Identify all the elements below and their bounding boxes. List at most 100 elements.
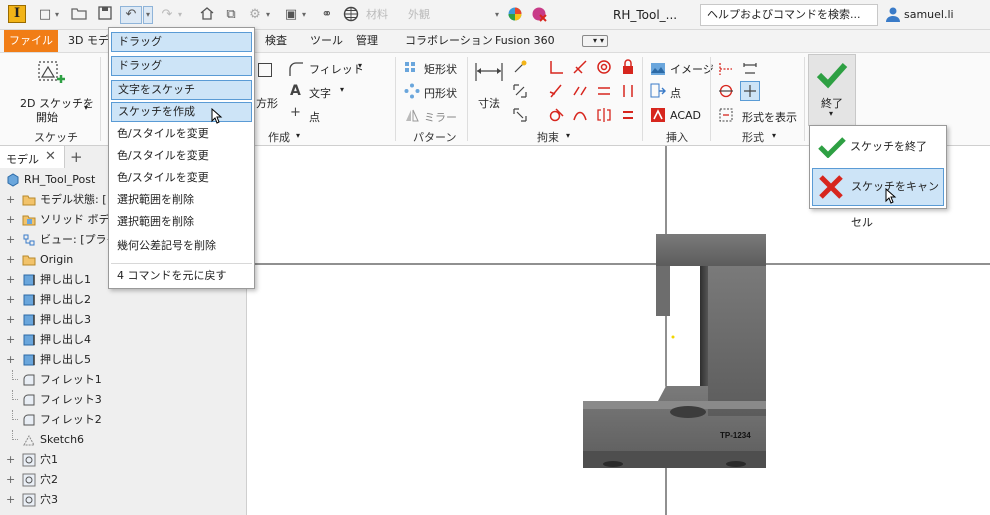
browser-tree-item[interactable]: フィレット2 xyxy=(0,410,247,430)
collinear-icon[interactable] xyxy=(572,83,588,99)
browser-tree-item[interactable]: + 穴3 xyxy=(0,490,247,510)
expand-icon[interactable]: + xyxy=(6,270,15,290)
expand-icon[interactable]: + xyxy=(6,190,15,210)
browser-tree-item[interactable]: フィレット3 xyxy=(0,390,247,410)
concentric-icon[interactable] xyxy=(596,59,612,75)
add-tab-icon[interactable]: + xyxy=(70,148,83,166)
user-icon[interactable] xyxy=(885,6,901,22)
expand-icon[interactable]: + xyxy=(6,210,15,230)
expand-icon[interactable]: + xyxy=(6,230,15,250)
rectangular-pattern-icon[interactable] xyxy=(404,61,420,77)
tab-3d-model[interactable]: 3D モデ xyxy=(68,30,109,52)
help-search-input[interactable]: ヘルプおよびコマンドを検索... xyxy=(700,4,878,26)
redo-dropdown-icon[interactable]: ▾ xyxy=(178,8,186,22)
ribbon-options-dropdown-icon[interactable]: ▾ xyxy=(600,30,604,52)
close-icon[interactable]: ✕ xyxy=(45,149,56,164)
tab-manage[interactable]: 管理 xyxy=(356,30,378,52)
user-name[interactable]: samuel.li xyxy=(904,8,954,21)
expand-icon[interactable]: + xyxy=(6,470,15,490)
undo-history-item[interactable]: 色/スタイルを変更 xyxy=(111,124,252,144)
show-format-icon[interactable] xyxy=(718,107,734,123)
expand-icon[interactable]: + xyxy=(6,250,15,270)
new-icon[interactable]: □ xyxy=(36,6,54,24)
text-dropdown-icon[interactable]: ▾ xyxy=(340,85,344,94)
create-panel-dropdown-icon[interactable]: ▾ xyxy=(296,131,300,140)
import-points-icon[interactable] xyxy=(650,83,666,99)
undo-history-item[interactable]: 幾何公差記号を削除 xyxy=(111,236,252,256)
rectangle-icon[interactable] xyxy=(258,63,272,77)
clear-appearance-icon[interactable] xyxy=(530,6,548,24)
expand-icon[interactable]: + xyxy=(6,490,15,510)
dimension-label[interactable]: 寸法 xyxy=(478,95,500,111)
select-dropdown-icon[interactable]: ▾ xyxy=(302,8,310,22)
text-icon[interactable]: A xyxy=(290,83,301,99)
format-panel-dropdown-icon[interactable]: ▾ xyxy=(772,131,776,140)
expand-icon[interactable]: + xyxy=(6,290,15,310)
point-icon[interactable]: + xyxy=(290,105,301,120)
acad-icon[interactable] xyxy=(650,107,666,123)
undo-dropdown-icon[interactable]: ▾ xyxy=(143,6,153,24)
fillet-dropdown-icon[interactable]: ▾ xyxy=(358,61,362,70)
globe-icon[interactable] xyxy=(342,6,360,24)
browser-tree-item[interactable]: + 押し出し3 xyxy=(0,310,247,330)
copy-icon[interactable]: ⧉ xyxy=(222,6,240,24)
select-icon[interactable]: ▣ xyxy=(282,6,300,24)
browser-tree-item[interactable]: + 押し出し4 xyxy=(0,330,247,350)
measure-icon[interactable]: ⚭ xyxy=(318,6,336,24)
expand-icon[interactable]: + xyxy=(6,330,15,350)
coincident-icon[interactable] xyxy=(548,83,564,99)
undo-history-item[interactable]: ドラッグ xyxy=(111,56,252,76)
fillet-label[interactable]: フィレット xyxy=(309,61,364,77)
undo-count-label[interactable]: 4 コマンドを元に戻す xyxy=(111,266,252,286)
undo-history-item[interactable]: 選択範囲を削除 xyxy=(111,212,252,232)
app-logo[interactable]: I xyxy=(8,5,26,23)
acad-label[interactable]: ACAD xyxy=(670,109,701,122)
mirror-icon[interactable] xyxy=(404,107,420,123)
appearance-field[interactable]: 外観 xyxy=(408,6,500,24)
expand-icon[interactable]: + xyxy=(6,350,15,370)
material-field[interactable]: 材料 xyxy=(366,6,404,24)
undo-icon[interactable]: ↶ xyxy=(120,6,142,24)
undo-history-item[interactable]: 選択範囲を削除 xyxy=(111,190,252,210)
undo-history-item[interactable]: スケッチを作成 xyxy=(111,102,252,122)
start-2d-sketch-icon[interactable] xyxy=(36,59,66,89)
center-point-icon[interactable] xyxy=(740,81,760,101)
undo-history-item[interactable]: 文字をスケッチ xyxy=(111,80,252,100)
start-2d-sketch-dropdown-icon[interactable]: ▾ xyxy=(84,103,88,112)
tangent-icon[interactable] xyxy=(548,107,564,123)
save-icon[interactable] xyxy=(96,6,114,24)
rectangle-label[interactable]: 方形 xyxy=(256,95,278,111)
tab-inspect[interactable]: 検査 xyxy=(265,30,287,52)
browser-tab-model[interactable]: モデル ✕ xyxy=(0,146,65,168)
image-label[interactable]: イメージ xyxy=(670,61,714,77)
tab-collaborate[interactable]: コラボレーション xyxy=(405,30,493,52)
expand-icon[interactable]: + xyxy=(6,450,15,470)
browser-tree-item[interactable]: フィレット1 xyxy=(0,370,247,390)
finish-sketch-item[interactable]: スケッチを終了 xyxy=(812,128,944,166)
construction-icon[interactable] xyxy=(718,61,734,77)
fillet-icon[interactable] xyxy=(288,61,304,77)
tab-file[interactable]: ファイル xyxy=(4,30,58,52)
point-label[interactable]: 点 xyxy=(309,109,320,125)
ribbon-options-icon[interactable]: ▾ xyxy=(582,35,608,47)
equal-icon[interactable] xyxy=(620,107,636,123)
tab-tools[interactable]: ツール xyxy=(310,30,343,52)
perpendicular-icon[interactable] xyxy=(548,59,564,75)
finish-dropdown-icon[interactable]: ▾ xyxy=(829,109,833,118)
project-dropdown-icon[interactable]: ▾ xyxy=(266,8,274,22)
show-constraints-icon[interactable] xyxy=(512,83,528,99)
redo-icon[interactable]: ↷ xyxy=(158,6,176,24)
expand-icon[interactable]: + xyxy=(6,310,15,330)
new-dropdown-icon[interactable]: ▾ xyxy=(55,8,63,22)
text-label[interactable]: 文字 xyxy=(309,85,331,101)
undo-history-item[interactable]: 色/スタイルを変更 xyxy=(111,146,252,166)
browser-tree-item[interactable]: + 押し出し5 xyxy=(0,350,247,370)
cancel-sketch-item[interactable]: スケッチをキャンセル xyxy=(812,168,944,229)
rectangular-pattern-label[interactable]: 矩形状 xyxy=(424,61,457,77)
circular-pattern-label[interactable]: 円形状 xyxy=(424,85,457,101)
browser-tree-item[interactable]: + 押し出し2 xyxy=(0,290,247,310)
constrain-panel-dropdown-icon[interactable]: ▾ xyxy=(566,131,570,140)
undo-history-item[interactable]: 色/スタイルを変更 xyxy=(111,168,252,188)
smooth-icon[interactable] xyxy=(572,107,588,123)
show-format-label[interactable]: 形式を表示 xyxy=(742,109,797,125)
